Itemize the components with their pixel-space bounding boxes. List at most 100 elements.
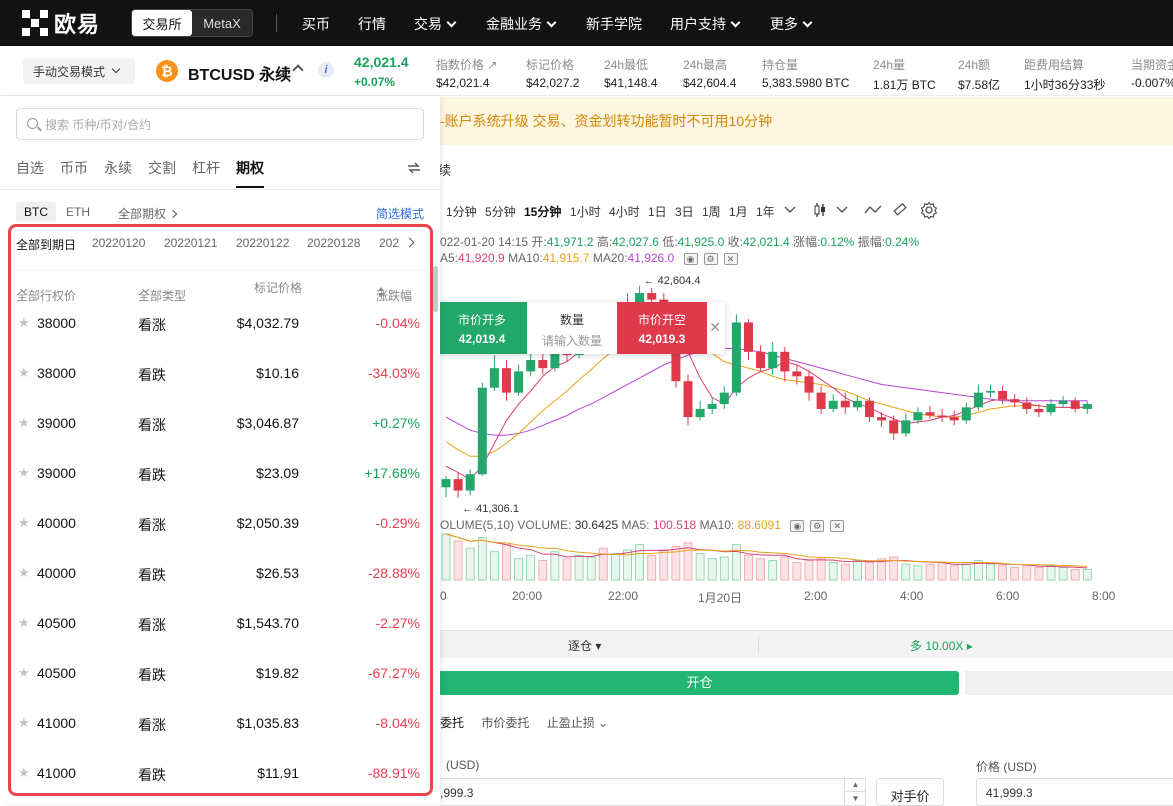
table-row[interactable]: ★ 38000 看涨 $4,032.79 -0.04% [11,297,430,347]
nav-more[interactable]: 更多 [770,14,813,34]
expiry-all[interactable]: 全部到期日 [16,236,76,253]
candle-body [792,371,802,377]
table-row[interactable]: ★ 39000 看涨 $3,046.87 +0.27% [11,397,430,447]
logo[interactable]: 欧易 [22,9,100,37]
open-position-button[interactable]: 开仓 [440,671,959,695]
star-icon[interactable]: ★ [18,316,30,329]
tf-15m[interactable]: 15分钟 [524,203,561,220]
instrument-name[interactable]: BTCUSD 永续 [188,61,291,85]
tf-1mo[interactable]: 1月 [729,203,748,220]
tab-limit-order[interactable]: 委托 [440,716,464,730]
tf-1m[interactable]: 1分钟 [446,203,477,220]
stat-index-price[interactable]: 指数价格 ↗ $42,021.4 [436,56,497,90]
nav-trade[interactable]: 交易 [414,14,457,34]
chevron-down-icon [111,64,121,74]
tab-options[interactable]: 期权 [236,158,264,178]
table-row[interactable]: ★ 41000 看跌 $11.91 -88.91% [11,747,430,793]
switch-exchange[interactable]: 交易所 [132,10,192,36]
star-icon[interactable]: ★ [18,666,30,679]
eye-icon[interactable]: ◉ [790,519,805,532]
stepper-up-icon[interactable]: ▲ [845,778,866,791]
tab-favorites[interactable]: 自选 [16,158,44,178]
tf-5m[interactable]: 5分钟 [485,203,516,220]
tf-1d[interactable]: 1日 [648,203,667,220]
drawing-tool-icon[interactable] [892,202,908,218]
market-buy-button[interactable]: 市价开多 42,019.4 [437,302,527,354]
expiry-date[interactable]: 202 [379,236,399,250]
option-rows: ★ 38000 看涨 $4,032.79 -0.04% ★ 38000 看跌 $10.16 -3… [11,297,430,793]
volume-bar [1070,568,1080,581]
close-icon[interactable]: ✕ [709,319,721,336]
tab-tp-sl[interactable]: 止盈止损 ⌄ [547,716,608,730]
tab-market-order[interactable]: 市价委托 [481,716,529,730]
tf-1h[interactable]: 1小时 [570,203,601,220]
candlestick-type-icon[interactable] [813,202,827,218]
tf-3d[interactable]: 3日 [675,203,694,220]
tab-futures[interactable]: 交割 [148,158,176,178]
info-icon[interactable]: i [318,62,334,78]
indicator-icon[interactable] [864,203,882,217]
star-icon[interactable]: ★ [18,366,30,379]
scrollbar[interactable] [433,266,438,312]
tf-1y[interactable]: 1年 [756,203,775,220]
expiry-date[interactable]: 20220128 [307,236,360,250]
candle-body [1010,399,1020,403]
stepper-down-icon[interactable]: ▼ [845,791,866,804]
settings-icon[interactable]: ⚙ [810,519,825,532]
market-sell-button[interactable]: 市价开空 42,019.3 [617,302,707,354]
x-tick: 2:00 [804,589,828,603]
quantity-input[interactable]: 数量 请输入数量 [527,302,617,354]
tab-eth[interactable]: ETH [58,202,98,222]
candle-body [489,368,499,388]
leverage-select[interactable]: 多 10.00X ▸ [910,637,973,654]
star-icon[interactable]: ★ [18,416,30,429]
expiry-date[interactable]: 20220120 [92,236,145,250]
table-row[interactable]: ★ 41000 看涨 $1,035.83 -8.04% [11,697,430,747]
nav-buy-crypto[interactable]: 买币 [302,14,330,34]
expiry-date[interactable]: 20220121 [164,236,217,250]
table-row[interactable]: ★ 40500 看涨 $1,543.70 -2.27% [11,597,430,647]
price-input[interactable]: ,999.3 [440,778,866,806]
nav-finance[interactable]: 金融业务 [486,14,557,34]
star-icon[interactable]: ★ [18,516,30,529]
tf-4h[interactable]: 4小时 [609,203,640,220]
search-input[interactable] [45,115,415,135]
expiry-date[interactable]: 20220122 [236,236,289,250]
settings-gear-icon[interactable] [920,201,938,219]
nav-markets[interactable]: 行情 [358,14,386,34]
table-row[interactable]: ★ 39000 看跌 $23.09 +17.68% [11,447,430,497]
nav-support[interactable]: 用户支持 [670,14,741,34]
tf-1w[interactable]: 1周 [702,203,721,220]
refresh-icon[interactable] [406,160,422,176]
price-input[interactable]: 41,999.3 [976,778,1173,806]
table-row[interactable]: ★ 40000 看涨 $2,050.39 -0.29% [11,497,430,547]
platform-switch[interactable]: 交易所 MetaX [131,9,253,37]
margin-mode-select[interactable]: 逐仓 ▾ [568,637,601,654]
star-icon[interactable]: ★ [18,616,30,629]
trade-mode-select[interactable]: 手动交易模式 [23,58,135,84]
best-price-button[interactable]: 对手价 [876,778,944,806]
close-position-tab[interactable] [965,671,1173,695]
star-icon[interactable]: ★ [18,716,30,729]
table-row[interactable]: ★ 38000 看跌 $10.16 -34.03% [11,347,430,397]
star-icon[interactable]: ★ [18,566,30,579]
tab-perpetual[interactable]: 永续 [104,158,132,178]
tab-spot[interactable]: 币币 [60,158,88,178]
tab-margin[interactable]: 杠杆 [192,158,220,178]
star-icon[interactable]: ★ [18,766,30,779]
chevron-up-icon[interactable] [292,64,304,76]
search-box[interactable] [16,108,424,140]
table-row[interactable]: ★ 40500 看跌 $19.82 -67.27% [11,647,430,697]
chevron-down-icon[interactable] [836,205,848,215]
table-row[interactable]: ★ 40000 看跌 $26.53 -28.88% [11,547,430,597]
switch-metax[interactable]: MetaX [192,10,252,36]
nav-academy[interactable]: 新手学院 [586,14,642,34]
close-icon[interactable]: ✕ [830,519,845,532]
tab-all-options[interactable]: 全部期权 [110,202,184,225]
price-stepper[interactable]: ▲ ▼ [844,778,866,806]
chevron-down-icon[interactable] [784,205,796,215]
candle-body [937,415,947,418]
tab-btc[interactable]: BTC [16,202,56,222]
star-icon[interactable]: ★ [18,466,30,479]
filter-mode-link[interactable]: 简选模式 [376,205,424,222]
